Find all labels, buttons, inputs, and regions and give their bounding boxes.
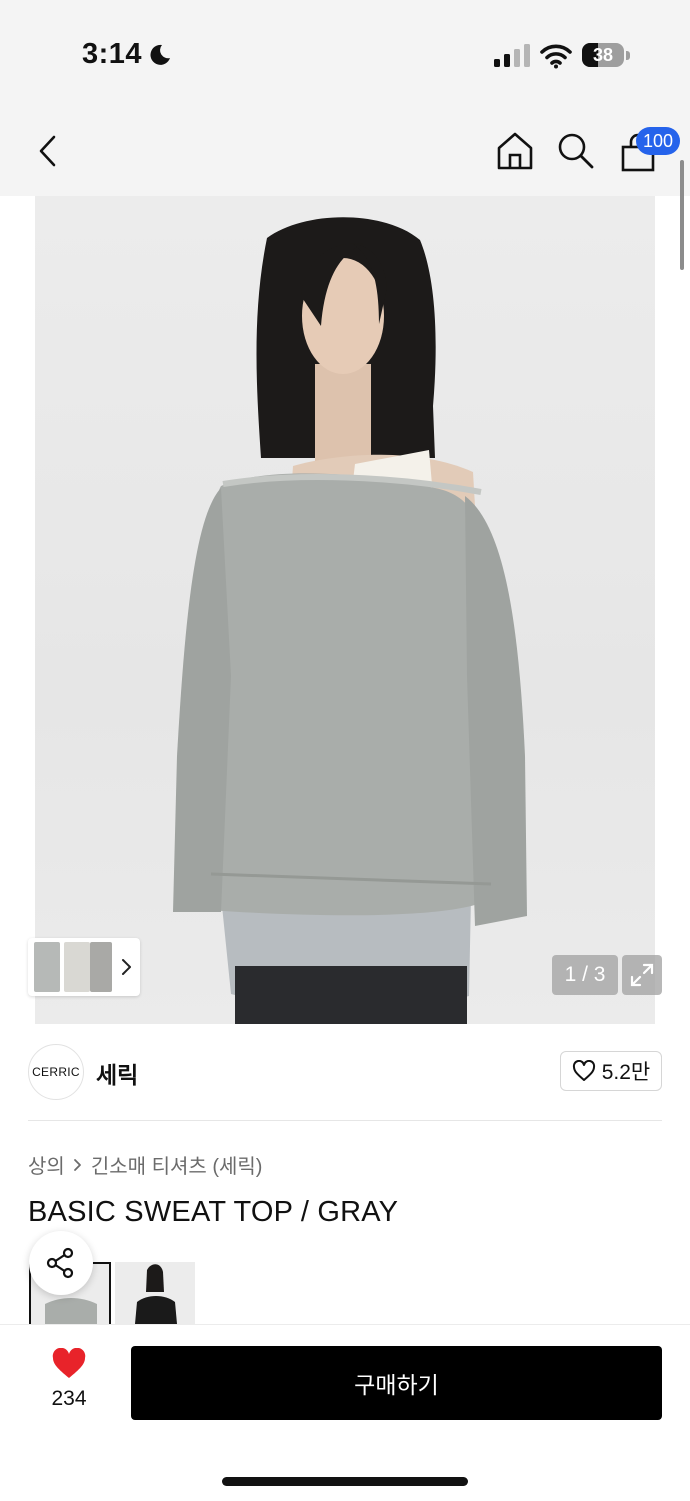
battery-level: 38 [592, 45, 614, 65]
chevron-left-icon [39, 135, 56, 167]
cellular-signal-icon [494, 44, 530, 67]
breadcrumb-category[interactable]: 상의 [28, 1150, 65, 1179]
home-button[interactable] [493, 129, 537, 173]
status-bar: 3:14 38 [0, 0, 690, 110]
wishlist-count: 234 [51, 1387, 87, 1410]
wifi-icon [540, 44, 572, 69]
expand-icon [630, 963, 654, 987]
cart-count-badge: 100 [636, 127, 680, 155]
chevron-right-icon [73, 1158, 81, 1171]
product-image-gallery[interactable] [35, 196, 655, 1024]
battery-indicator: 38 [582, 43, 632, 69]
gallery-thumbnail[interactable] [90, 942, 112, 992]
back-button[interactable] [26, 129, 70, 173]
search-button[interactable] [554, 129, 598, 173]
clock: 3:14 [82, 38, 143, 70]
black-variant-thumbnail [115, 1262, 195, 1324]
heart-outline-icon [572, 1060, 595, 1081]
moon-icon [150, 44, 170, 65]
share-button[interactable] [29, 1231, 93, 1295]
wishlist-button[interactable]: 234 [40, 1347, 98, 1414]
brand-like-button[interactable]: 5.2만 [560, 1051, 662, 1091]
fullscreen-button[interactable] [622, 955, 662, 995]
buy-button[interactable]: 구매하기 [131, 1346, 662, 1420]
home-indicator [222, 1477, 468, 1486]
breadcrumb-subcategory[interactable]: 긴소매 티셔츠 (세릭) [91, 1150, 263, 1179]
gallery-thumbnail[interactable] [34, 942, 60, 992]
search-icon [558, 133, 594, 169]
brand-like-count: 5.2만 [601, 1061, 651, 1084]
home-icon [497, 132, 533, 170]
heart-filled-icon [52, 1347, 86, 1378]
image-counter: 1 / 3 [552, 955, 618, 995]
breadcrumb: 상의 긴소매 티셔츠 (세릭) [28, 1150, 262, 1179]
product-title: BASIC SWEAT TOP / GRAY [28, 1196, 399, 1228]
color-option-black[interactable] [115, 1262, 195, 1324]
gallery-thumbnail-strip[interactable] [28, 938, 140, 996]
scroll-indicator [680, 160, 684, 270]
gallery-thumbnail[interactable] [64, 942, 90, 992]
chevron-right-icon [122, 959, 131, 975]
product-photo [173, 217, 527, 1024]
share-icon [46, 1247, 74, 1279]
divider [28, 1120, 662, 1121]
brand-logo[interactable]: CERRIC [28, 1044, 84, 1100]
brand-name[interactable]: 세릭 [96, 1056, 138, 1090]
